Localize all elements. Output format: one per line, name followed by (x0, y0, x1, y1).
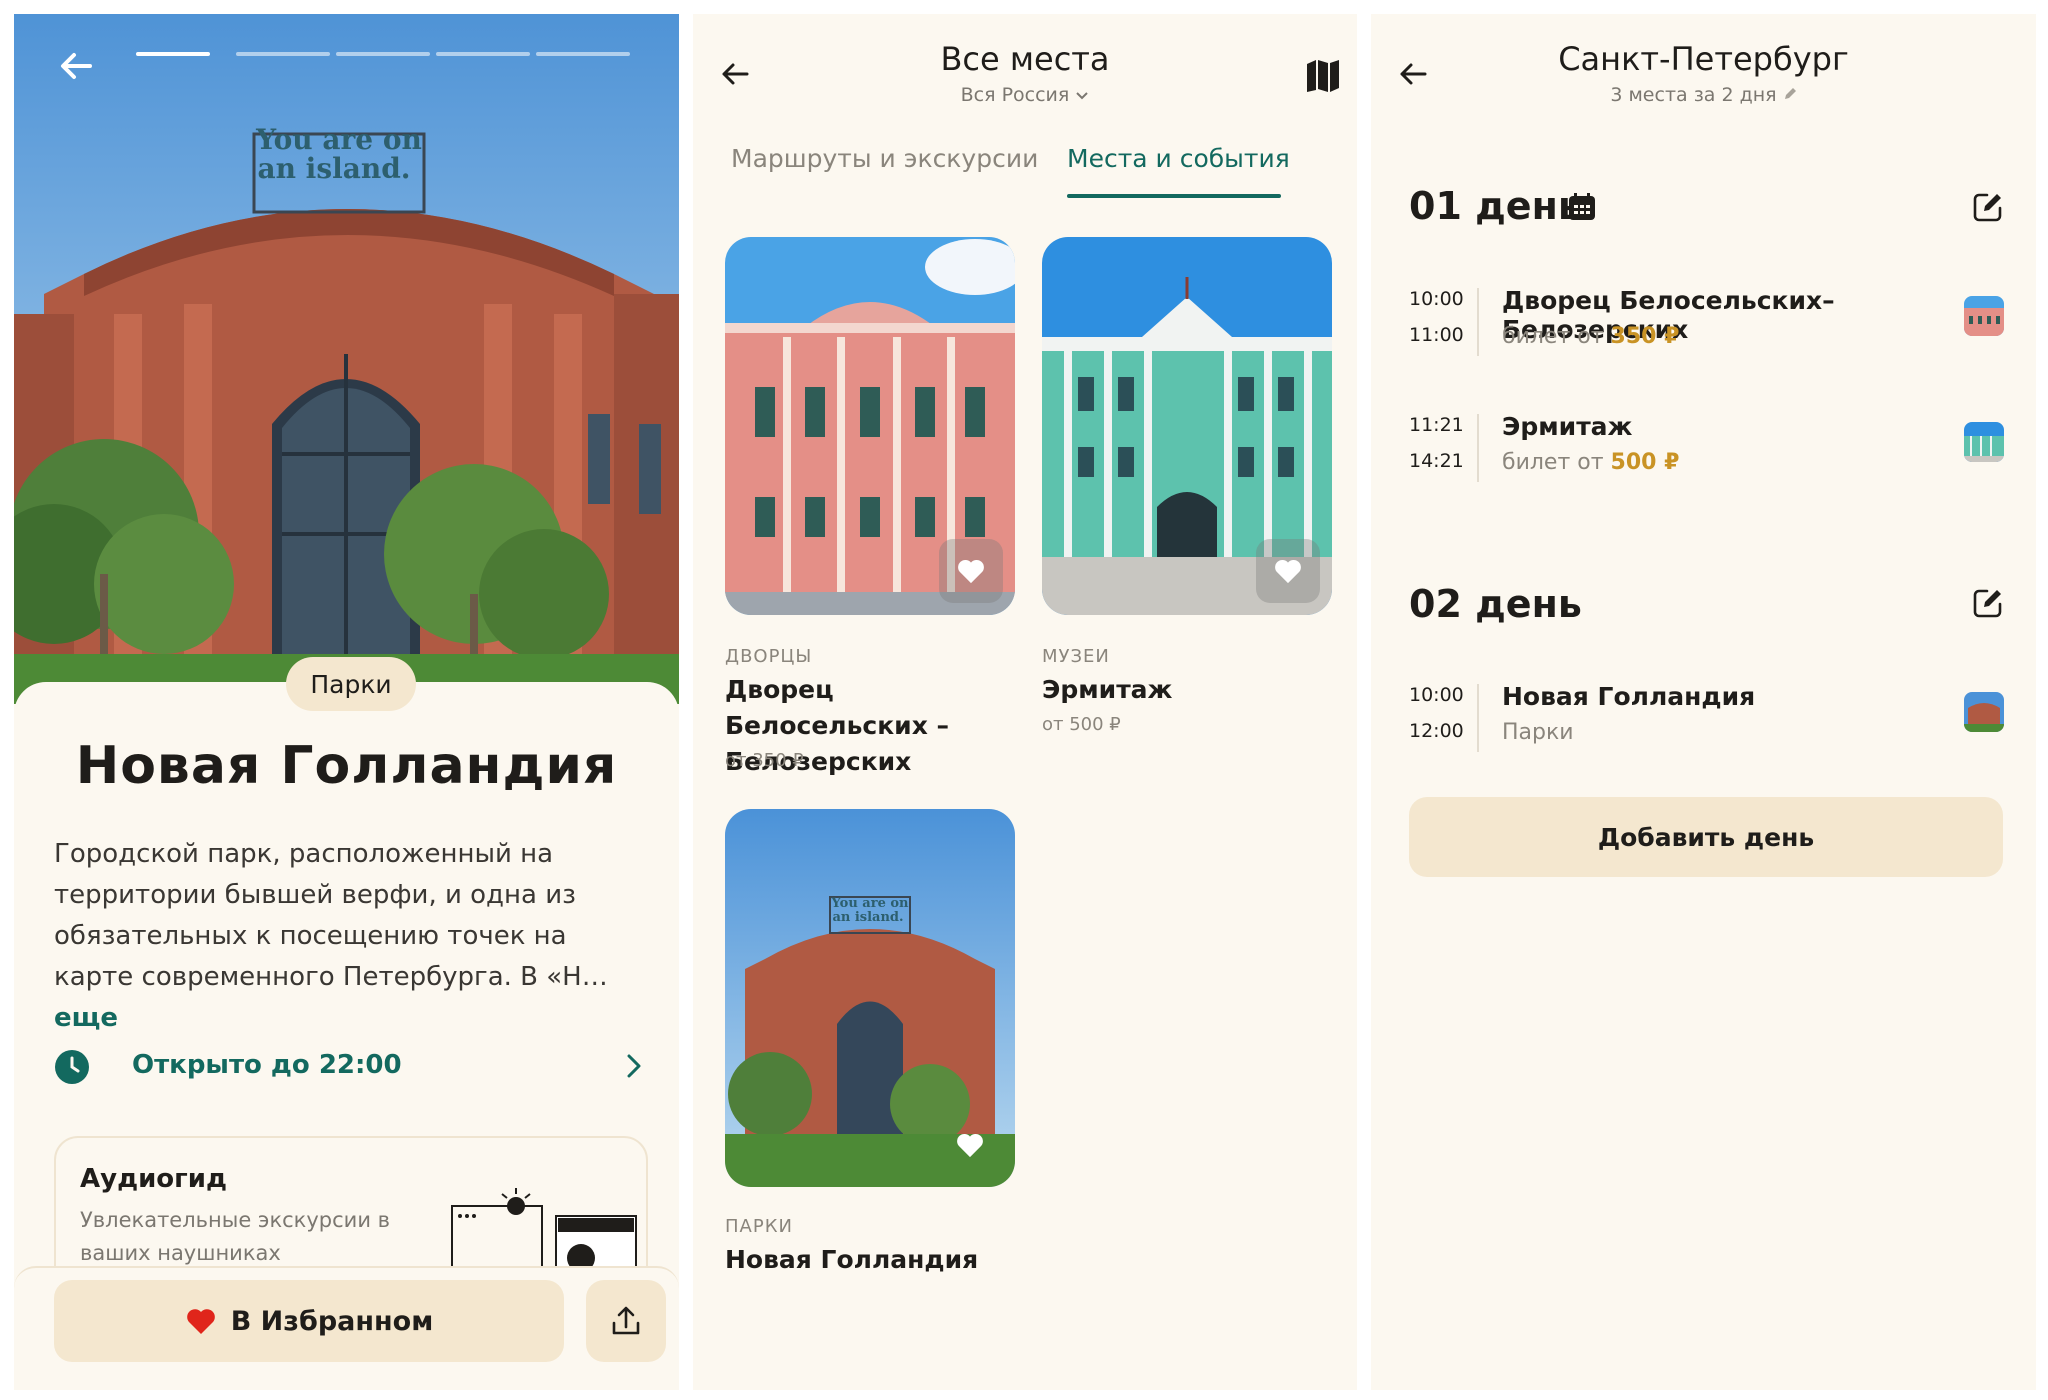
arrow-left-icon[interactable] (54, 44, 98, 88)
clock-icon (55, 1050, 89, 1084)
heart-filled-icon (186, 1309, 215, 1334)
category-label: Парки (1502, 720, 1574, 745)
story-progress-segment (436, 52, 530, 56)
catalog-screen: Все места Вся Россия Маршруты и экскурси… (693, 14, 1357, 1390)
card-title[interactable]: Новая Голландия (725, 1242, 1015, 1278)
edit-icon[interactable] (1971, 586, 2005, 620)
tab-places[interactable]: Места и события (1067, 144, 1290, 173)
audioguide-title: Аудиогид (80, 1164, 227, 1194)
schedule-item[interactable]: 10:00 12:00 Новая Голландия Парки (1409, 682, 2004, 762)
card-category: МУЗЕИ (1042, 646, 1110, 667)
place-card-image[interactable]: You are on an island. (725, 809, 1015, 1187)
share-button[interactable] (586, 1280, 666, 1362)
schedule-item[interactable]: 10:00 11:00 Дворец Белосельских–Белозерс… (1409, 286, 2004, 366)
opening-hours-row[interactable]: Открыто до 22:00 (54, 1046, 654, 1086)
schedule-item-category: Парки (1502, 720, 1574, 745)
story-progress-segment (136, 52, 210, 56)
heart-icon (1275, 559, 1301, 584)
favorite-button-label: В Избранном (230, 1305, 434, 1337)
place-card-image[interactable] (1042, 237, 1332, 615)
ticket-label: билет от (1502, 450, 1604, 475)
end-time: 11:00 (1409, 324, 1464, 346)
card-price: от 500 ₽ (1042, 714, 1121, 735)
tab-routes[interactable]: Маршруты и экскурсии (731, 144, 1038, 173)
start-time: 10:00 (1409, 288, 1464, 310)
card-price: от 350 ₽ (725, 750, 804, 771)
active-tab-indicator (1067, 194, 1281, 198)
hero-photo: You are on an island. (14, 14, 679, 704)
page-title: Все места (940, 40, 1110, 78)
schedule-item-name: Эрмитаж (1502, 412, 1633, 441)
place-thumbnail (1964, 296, 2004, 336)
place-card-image[interactable] (725, 237, 1015, 615)
share-icon (612, 1306, 640, 1335)
day-title: 01 день (1409, 184, 1582, 228)
day-title: 02 день (1409, 582, 1582, 626)
ticket-price: 500 ₽ (1610, 450, 1680, 475)
favorite-toggle[interactable] (939, 539, 1003, 603)
page-title: Санкт-Петербург (1558, 40, 1849, 78)
place-detail-screen: You are on an island. Парки Новая Голлан… (14, 14, 679, 1390)
region-selector[interactable]: Вся Россия (693, 84, 1357, 106)
card-category: ДВОРЦЫ (725, 646, 813, 667)
ticket-label: билет от (1502, 324, 1604, 349)
heart-icon[interactable] (955, 1131, 985, 1159)
calendar-icon[interactable] (1567, 192, 1597, 222)
description-text: Городской парк, расположенный на террито… (54, 839, 608, 992)
story-progress-segment (336, 52, 430, 56)
end-time: 14:21 (1409, 450, 1464, 472)
chevron-right-icon (627, 1054, 641, 1078)
pencil-icon (1784, 88, 1796, 99)
trip-plan-screen: Санкт-Петербург 3 места за 2 дня 01 день… (1371, 14, 2036, 1390)
time-divider (1477, 684, 1479, 752)
place-thumbnail (1964, 692, 2004, 732)
category-chip[interactable]: Парки (286, 657, 416, 711)
favorite-button[interactable]: В Избранном (54, 1280, 564, 1362)
time-divider (1477, 288, 1479, 356)
ticket-price: 350 ₽ (1610, 324, 1680, 349)
time-divider (1477, 414, 1479, 482)
schedule-item-name: Новая Голландия (1502, 682, 1756, 711)
sign-line-2: an island. (257, 152, 410, 185)
trip-summary-text: 3 места за 2 дня (1610, 84, 1777, 106)
audioguide-subtitle: Увлекательные экскурсии в ваших наушника… (80, 1208, 391, 1265)
schedule-item-ticket: билет от 350 ₽ (1502, 324, 1679, 349)
schedule-item-ticket: билет от 500 ₽ (1502, 450, 1679, 475)
svg-text:an island.: an island. (832, 910, 903, 925)
edit-icon[interactable] (1971, 190, 2005, 224)
chevron-down-icon (1076, 92, 1089, 100)
start-time: 10:00 (1409, 684, 1464, 706)
favorite-toggle[interactable] (1256, 539, 1320, 603)
card-category: ПАРКИ (725, 1216, 793, 1237)
place-description: Городской парк, расположенный на террито… (54, 834, 654, 1039)
place-thumbnail (1964, 422, 2004, 462)
heart-icon (958, 559, 984, 584)
start-time: 11:21 (1409, 414, 1464, 436)
map-icon[interactable] (1305, 58, 1341, 94)
svg-text:You are on: You are on (831, 896, 910, 911)
end-time: 12:00 (1409, 720, 1464, 742)
trip-summary[interactable]: 3 места за 2 дня (1371, 84, 2036, 106)
schedule-item[interactable]: 11:21 14:21 Эрмитаж билет от 500 ₽ (1409, 412, 2004, 492)
opening-hours-text: Открыто до 22:00 (132, 1050, 402, 1080)
region-label: Вся Россия (960, 84, 1070, 106)
story-progress-segment (236, 52, 330, 56)
story-progress-segment (536, 52, 630, 56)
read-more-link[interactable]: еще (54, 1003, 118, 1033)
card-title[interactable]: Эрмитаж (1042, 672, 1332, 708)
place-title: Новая Голландия (75, 736, 618, 796)
add-day-button[interactable]: Добавить день (1409, 797, 2003, 877)
